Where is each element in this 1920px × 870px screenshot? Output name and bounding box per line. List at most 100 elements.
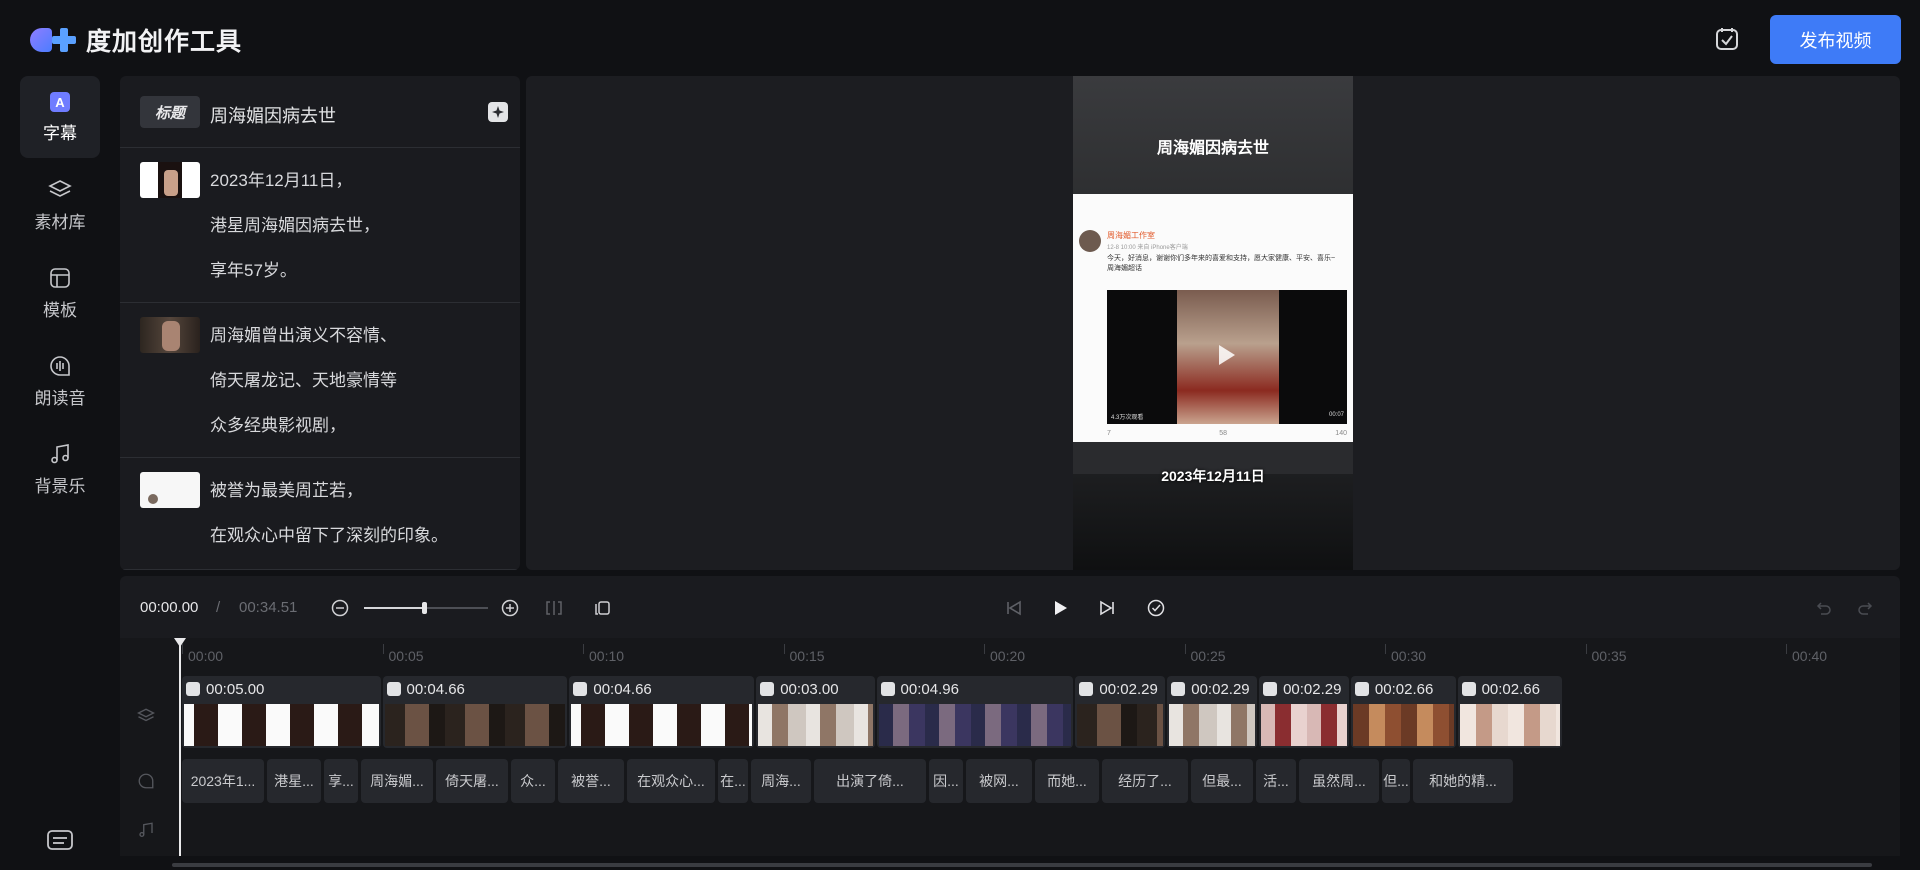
subtitle-block[interactable]: 周海媚... <box>361 759 433 803</box>
segment-thumbnail <box>140 472 200 508</box>
clip-duration: 00:05.00 <box>206 680 265 698</box>
ai-sparkle-icon[interactable] <box>573 682 588 696</box>
video-clip[interactable]: 00:02.29 <box>1075 676 1166 748</box>
zoom-in-icon[interactable] <box>500 598 520 618</box>
subtitle-a-icon: A <box>50 91 70 112</box>
clip-filmstrip <box>571 704 753 746</box>
video-clip[interactable]: 00:03.00 <box>756 676 875 748</box>
video-canvas[interactable]: 周海媚因病去世 周海媚工作室 12-8 10:00 来自 iPhone客户端 今… <box>1073 76 1353 570</box>
weibo-repost-count: 7 <box>1107 430 1111 437</box>
subtitle-block[interactable]: 享... <box>324 759 358 803</box>
app-logo[interactable]: 度加创作工具 <box>30 22 242 58</box>
weibo-duration: 00:07 <box>1329 412 1345 418</box>
ai-sparkle-icon[interactable] <box>386 682 401 696</box>
subtitle-list-button[interactable] <box>46 828 74 857</box>
rail-item-music[interactable]: 背景乐 <box>20 428 100 510</box>
timeline-tracks[interactable]: 00:00 00:05 00:10 00:15 00:20 00:25 00:30 00:35… <box>120 638 1900 856</box>
zoom-out-icon[interactable] <box>330 598 350 618</box>
subtitle-segment[interactable]: 2023年12月11日， 港星周海媚因病去世， 享年57岁。 <box>120 148 520 303</box>
timeline-scrollbar[interactable] <box>172 863 1872 867</box>
subtitle-block[interactable]: 但... <box>1382 759 1410 803</box>
subtitle-block[interactable]: 港星... <box>267 759 321 803</box>
subtitle-block[interactable]: 而她... <box>1035 759 1099 803</box>
video-clip[interactable]: 00:02.66 <box>1457 676 1563 748</box>
ai-sparkle-icon[interactable] <box>760 682 775 696</box>
rail-item-library[interactable]: 素材库 <box>20 164 100 246</box>
title-row[interactable]: 标题 周海媚因病去世 <box>120 76 520 148</box>
ai-sparkle-icon[interactable] <box>880 682 895 696</box>
play-button[interactable] <box>1050 598 1070 618</box>
split-icon[interactable] <box>544 598 564 618</box>
ai-sparkle-icon[interactable] <box>488 102 508 122</box>
skip-back-icon[interactable] <box>1004 598 1024 618</box>
subtitle-block[interactable]: 出演了倚... <box>814 759 926 803</box>
clip-filmstrip <box>1169 704 1256 746</box>
ai-sparkle-icon[interactable] <box>186 682 200 696</box>
ruler-tick <box>1184 644 1186 654</box>
subtitle-block[interactable]: 经历了... <box>1102 759 1188 803</box>
subtitle-block[interactable]: 2023年1... <box>182 759 264 803</box>
rail-item-templates[interactable]: 模板 <box>20 252 100 334</box>
subtitle-block[interactable]: 活... <box>1256 759 1296 803</box>
weibo-views: 4.3万次观看 <box>1111 415 1144 421</box>
segment-thumbnail <box>140 317 200 353</box>
ai-sparkle-icon[interactable] <box>1354 682 1369 696</box>
video-background <box>1073 474 1353 570</box>
rail-item-voice[interactable]: 朗读音 <box>20 340 100 422</box>
weibo-actions: 7 58 140 <box>1107 430 1347 437</box>
ruler-label: 00:25 <box>1190 648 1226 664</box>
ruler-tick <box>984 644 985 654</box>
video-clip[interactable]: 00:04.96 <box>876 676 1074 748</box>
replace-clip-icon[interactable] <box>593 598 613 618</box>
title-text[interactable]: 周海媚因病去世 <box>210 102 336 128</box>
ai-sparkle-icon[interactable] <box>1263 682 1278 696</box>
play-icon <box>1219 345 1235 365</box>
ai-sparkle-icon[interactable] <box>1079 682 1094 696</box>
ai-sparkle-icon[interactable] <box>1171 682 1186 696</box>
segment-line: 享年57岁。 <box>210 261 297 280</box>
subtitle-block[interactable]: 被誉... <box>558 759 624 803</box>
subtitle-block[interactable]: 众... <box>511 759 555 803</box>
ruler-label: 00:15 <box>789 648 825 664</box>
subtitle-segment[interactable]: 周海媚曾出演义不容情、 倚天屠龙记、天地豪情等 众多经典影视剧， <box>120 303 520 458</box>
template-icon <box>50 267 70 288</box>
segment-line: 被誉为最美周芷若， <box>210 481 363 500</box>
skip-forward-icon[interactable] <box>1097 598 1117 618</box>
video-clip[interactable]: 00:04.66 <box>569 676 755 748</box>
video-clip[interactable]: 00:02.29 <box>1259 676 1349 748</box>
rail-item-subtitles[interactable]: A 字幕 <box>20 76 100 158</box>
publish-video-button[interactable]: 发布视频 <box>1770 15 1901 64</box>
ai-sparkle-icon[interactable] <box>1461 682 1476 696</box>
subtitle-block[interactable]: 倚天屠... <box>436 759 508 803</box>
subtitle-block[interactable]: 虽然周... <box>1299 759 1379 803</box>
ruler-label: 00:35 <box>1591 648 1627 664</box>
video-clip[interactable]: 00:02.66 <box>1350 676 1456 748</box>
subtitle-block[interactable]: 周海... <box>751 759 811 803</box>
avatar <box>1079 230 1101 252</box>
zoom-slider-handle[interactable] <box>422 602 427 614</box>
ruler-label: 00:40 <box>1792 648 1828 664</box>
subtitle-block[interactable]: 在... <box>718 759 748 803</box>
subtitle-block[interactable]: 因... <box>929 759 963 803</box>
subtitle-block[interactable]: 和她的精... <box>1413 759 1513 803</box>
subtitle-block[interactable]: 在观众心... <box>627 759 715 803</box>
ruler-tick <box>583 644 584 654</box>
clip-filmstrip <box>184 704 379 746</box>
playhead-handle[interactable] <box>174 638 186 647</box>
video-clip[interactable]: 00:02.29 <box>1167 676 1258 748</box>
undo-icon[interactable] <box>1813 598 1833 618</box>
segment-line: 众多经典影视剧， <box>210 416 346 435</box>
video-subtitle-caption: 2023年12月11日 <box>1161 468 1265 484</box>
clip-header: 00:02.29 <box>1075 676 1158 702</box>
save-status-button[interactable] <box>1712 24 1742 54</box>
redo-icon[interactable] <box>1856 598 1876 618</box>
playhead[interactable] <box>179 638 181 856</box>
check-circle-icon[interactable] <box>1146 598 1166 618</box>
timeline-panel: 00:00.00 / 00:34.51 00:00 00:05 00:10 00:15… <box>120 576 1900 856</box>
subtitle-block[interactable]: 但最... <box>1191 759 1253 803</box>
video-clip[interactable]: 00:05.00 <box>182 676 381 748</box>
video-clip[interactable]: 00:04.66 <box>382 676 568 748</box>
subtitle-segment[interactable]: 被誉为最美周芷若， 在观众心中留下了深刻的印象。 <box>120 458 520 570</box>
subtitle-block[interactable]: 被网... <box>966 759 1032 803</box>
voice-track-icon <box>137 772 155 790</box>
